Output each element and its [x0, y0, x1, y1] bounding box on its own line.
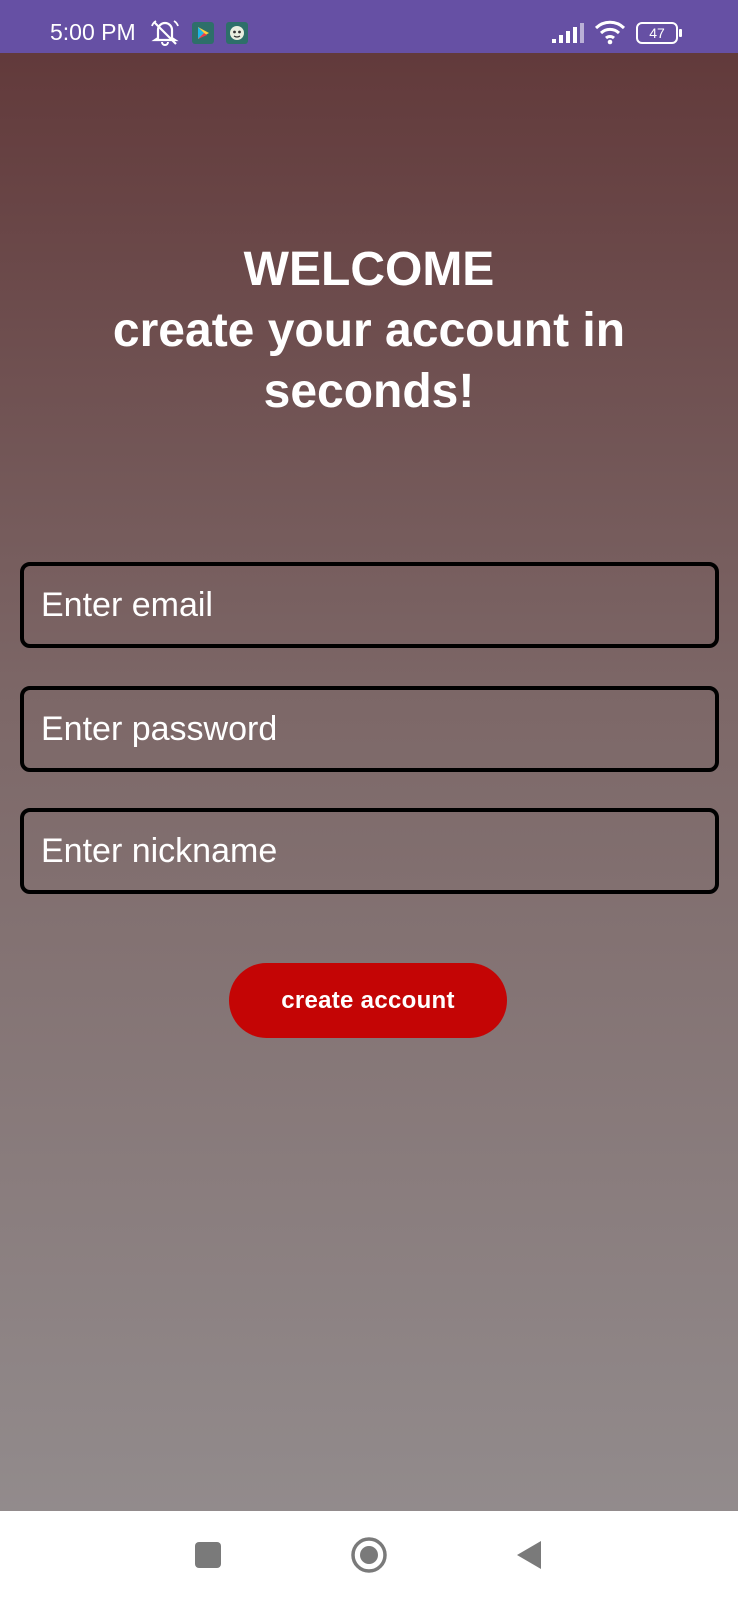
create-account-button[interactable]: create account — [229, 963, 507, 1038]
back-triangle-icon[interactable] — [507, 1533, 551, 1577]
status-bar: 5:00 PM 47 — [0, 0, 738, 53]
welcome-heading: WELCOME create your account in seconds! — [60, 239, 678, 422]
password-input[interactable] — [24, 690, 715, 768]
signal-icon — [552, 22, 586, 44]
recents-square-icon[interactable] — [186, 1533, 230, 1577]
nickname-field[interactable] — [20, 808, 719, 894]
navigation-bar — [0, 1511, 738, 1600]
email-input[interactable] — [24, 566, 715, 644]
alarm-off-icon — [150, 18, 180, 46]
app-notification-icon-2 — [226, 22, 248, 44]
wifi-icon — [594, 19, 626, 45]
home-circle-icon[interactable] — [347, 1533, 391, 1577]
nickname-input[interactable] — [24, 812, 715, 890]
app-screen: WELCOME create your account in seconds! … — [0, 53, 738, 1511]
welcome-title: WELCOME — [243, 243, 495, 296]
welcome-subtitle-line-2: seconds! — [263, 365, 475, 418]
battery-icon: 47 — [636, 22, 684, 44]
email-field[interactable] — [20, 562, 719, 648]
welcome-subtitle-line-1: create your account in — [112, 304, 626, 357]
app-notification-icon — [192, 22, 214, 44]
battery-level-text: 47 — [649, 25, 665, 41]
status-time: 5:00 PM — [50, 19, 136, 45]
password-field[interactable] — [20, 686, 719, 772]
